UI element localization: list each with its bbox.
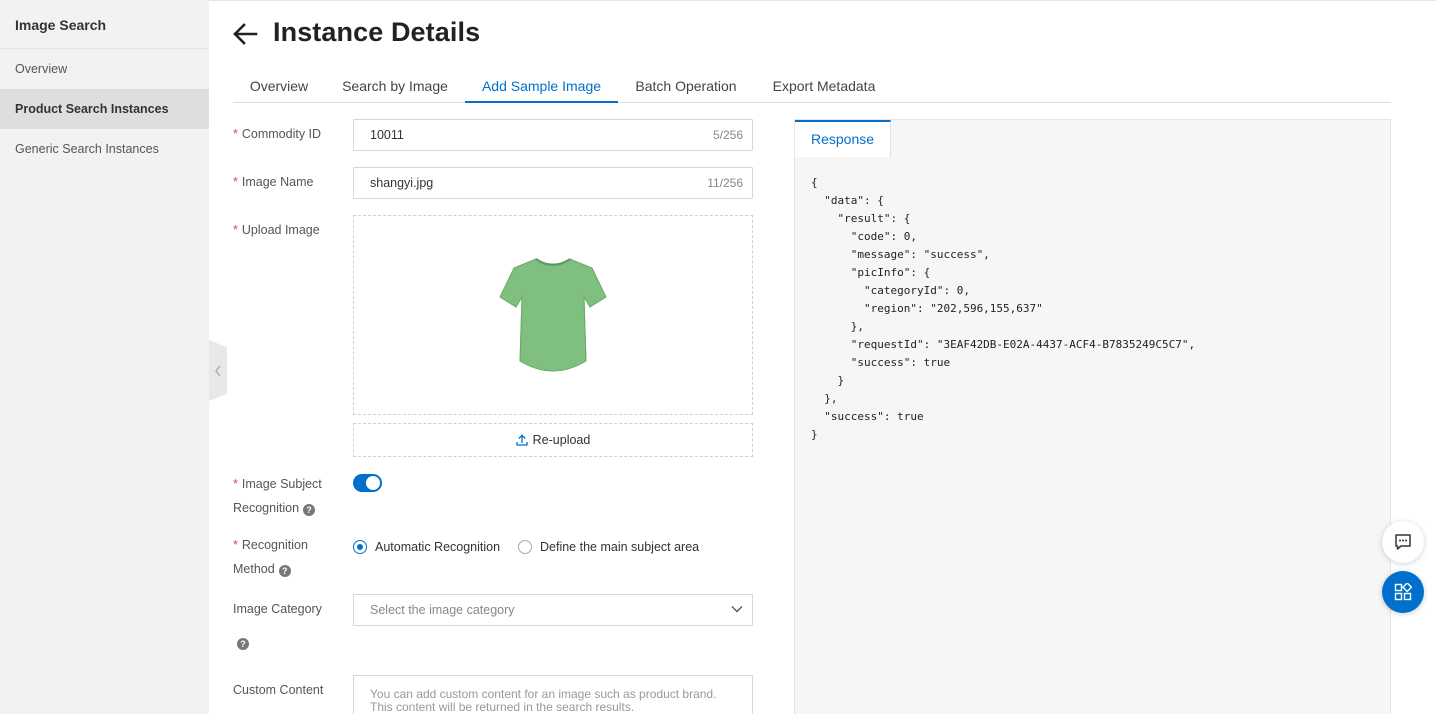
upload-image-label-text: Upload Image [241, 223, 320, 237]
subject-recognition-label-line2: Recognition [233, 501, 300, 515]
tab-batch-operation[interactable]: Batch Operation [618, 70, 754, 102]
subject-recognition-label-line1: Image Subject [241, 477, 322, 491]
radio-button-selected[interactable] [353, 540, 367, 554]
toggle-knob [366, 476, 380, 490]
recognition-method-label-line2: Method [233, 562, 275, 576]
response-panel: Response { "data": { "result": { "code":… [794, 119, 1391, 714]
required-mark: * [233, 175, 238, 189]
tab-response[interactable]: Response [795, 120, 891, 157]
question-icon[interactable]: ? [237, 638, 249, 650]
image-category-placeholder: Select the image category [370, 603, 515, 617]
sidebar-item-overview[interactable]: Overview [0, 49, 209, 89]
subject-recognition-label: * Image Subject [233, 472, 322, 496]
required-mark: * [233, 223, 238, 237]
image-category-help: ? [233, 630, 249, 654]
reupload-button[interactable]: Re-upload [353, 423, 753, 457]
image-category-select[interactable]: Select the image category [353, 594, 753, 626]
response-json: { "data": { "result": { "code": 0, "mess… [811, 176, 1196, 441]
required-mark: * [233, 127, 238, 141]
commodity-id-label-text: Commodity ID [241, 127, 322, 141]
tab-overview[interactable]: Overview [233, 70, 325, 102]
recognition-method-label-2: Method? [233, 557, 291, 581]
tab-search-by-image[interactable]: Search by Image [325, 70, 465, 102]
arrow-left-icon [233, 23, 258, 45]
subject-recognition-label-2: Recognition? [233, 496, 316, 520]
apps-button[interactable] [1382, 571, 1424, 613]
tab-bar: Overview Search by Image Add Sample Imag… [233, 70, 1391, 103]
commodity-id-label: * Commodity ID [233, 122, 321, 146]
radio-automatic-recognition[interactable]: Automatic Recognition [353, 538, 500, 556]
sidebar-item-product-search-instances[interactable]: Product Search Instances [0, 89, 209, 129]
required-mark: * [233, 477, 238, 491]
radio-define-subject-area[interactable]: Define the main subject area [518, 538, 699, 556]
image-name-input[interactable]: shangyi.jpg 11/256 [353, 167, 753, 199]
image-category-label-text: Image Category [233, 602, 322, 616]
reupload-label: Re-upload [532, 433, 591, 447]
image-category-label: Image Category [233, 597, 322, 621]
chevron-left-icon [215, 365, 221, 376]
image-name-label-text: Image Name [241, 175, 314, 189]
recognition-method-label: * Recognition [233, 533, 308, 557]
custom-content-textarea[interactable]: You can add custom content for an image … [353, 675, 753, 714]
sidebar-collapse-handle[interactable] [209, 340, 227, 401]
top-border [0, 0, 1436, 1]
commodity-id-input[interactable]: 10011 5/256 [353, 119, 753, 151]
question-icon[interactable]: ? [303, 504, 316, 516]
chevron-down-icon [731, 606, 743, 613]
recognition-method-label-line1: Recognition [241, 538, 308, 552]
upload-icon [516, 434, 528, 446]
custom-content-label: Custom Content [233, 678, 323, 702]
radio-automatic-label: Automatic Recognition [375, 540, 501, 554]
question-icon[interactable]: ? [278, 565, 291, 577]
custom-content-label-text: Custom Content [233, 683, 324, 697]
image-upload-area[interactable] [353, 215, 753, 415]
tab-export-metadata[interactable]: Export Metadata [754, 70, 894, 102]
back-button[interactable] [232, 22, 258, 46]
image-name-char-count: 11/256 [707, 176, 743, 190]
radio-button[interactable] [518, 540, 532, 554]
page-title: Instance Details [273, 17, 481, 47]
upload-image-label: * Upload Image [233, 218, 320, 242]
tshirt-image [499, 257, 607, 371]
commodity-id-char-count: 5/256 [712, 128, 743, 142]
subject-recognition-toggle[interactable] [353, 474, 382, 492]
chat-icon [1395, 534, 1411, 550]
image-name-value: shangyi.jpg [370, 176, 434, 190]
chat-button[interactable] [1382, 521, 1424, 563]
commodity-id-value: 10011 [370, 128, 404, 142]
image-name-label: * Image Name [233, 170, 313, 194]
apps-icon [1394, 583, 1412, 601]
sidebar-item-generic-search-instances[interactable]: Generic Search Instances [0, 129, 209, 169]
required-mark: * [233, 538, 238, 552]
sidebar-title: Image Search [15, 17, 107, 33]
tab-add-sample-image[interactable]: Add Sample Image [465, 70, 618, 103]
radio-define-label: Define the main subject area [540, 540, 700, 554]
sidebar: Image Search Overview Product Search Ins… [0, 0, 209, 714]
